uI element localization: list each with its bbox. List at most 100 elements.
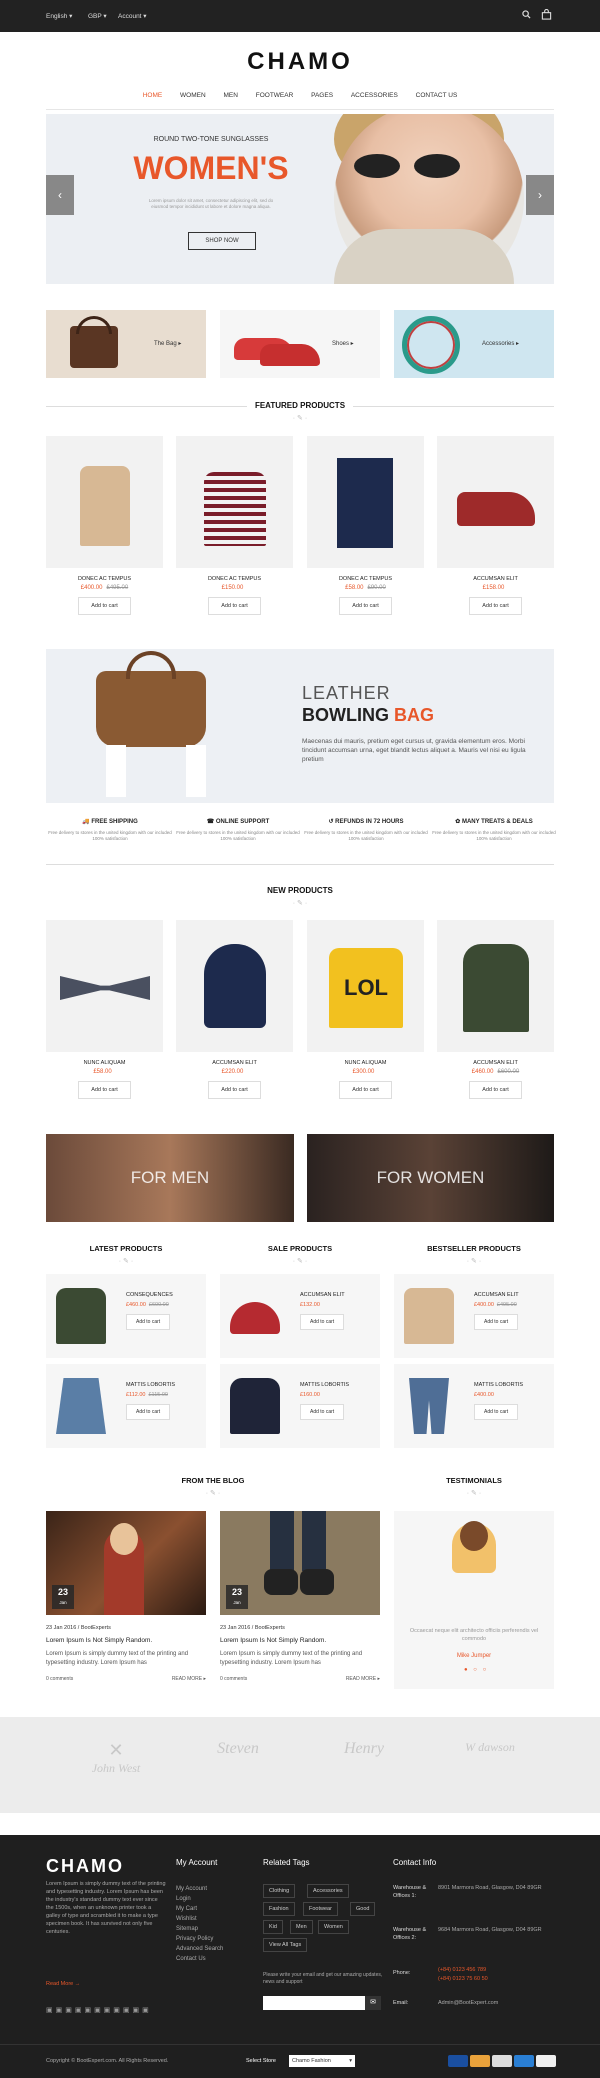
tag-link[interactable]: Clothing xyxy=(263,1884,296,1898)
store-select[interactable]: Chamo Fashion ▾ xyxy=(289,2055,355,2067)
product-image[interactable]: LOL xyxy=(307,920,424,1052)
newsletter-email-input[interactable]: ✉ xyxy=(263,1996,381,2010)
add-to-cart-button[interactable]: Add to cart xyxy=(126,1404,171,1420)
product-image[interactable] xyxy=(46,436,163,568)
tag-link[interactable]: Fashion xyxy=(263,1902,295,1916)
list-item[interactable]: MATTIS LOBORTIS £112.00 £115.00 Add to ca… xyxy=(46,1364,206,1448)
product-name[interactable]: ACCUMSAN ELIT xyxy=(176,1060,293,1066)
post-comments[interactable]: 0 comments xyxy=(220,1676,247,1682)
for-men-banner[interactable]: FOR MEN xyxy=(46,1134,294,1222)
add-to-cart-button[interactable]: Add to cart xyxy=(474,1404,519,1420)
product-name[interactable]: ACCUMSAN ELIT xyxy=(300,1292,345,1298)
product-image[interactable] xyxy=(176,920,293,1052)
footer-link[interactable]: My Account xyxy=(176,1884,223,1894)
nav-footwear[interactable]: FOOTWEAR xyxy=(256,92,294,99)
add-to-cart-button[interactable]: Add to cart xyxy=(126,1314,171,1330)
product-name[interactable]: NUNC ALIQUAM xyxy=(307,1060,424,1066)
for-women-banner[interactable]: FOR WOMEN xyxy=(307,1134,554,1222)
slider-next-button[interactable]: › xyxy=(526,175,554,215)
post-title[interactable]: Lorem Ipsum Is Not Simply Random. xyxy=(220,1637,380,1644)
product-thumb[interactable] xyxy=(230,1302,280,1334)
brand-logo[interactable]: Steven xyxy=(188,1740,288,1790)
product-thumb[interactable] xyxy=(56,1378,106,1434)
site-logo[interactable]: CHAMO xyxy=(0,48,600,76)
product-name[interactable]: ACCUMSAN ELIT xyxy=(437,1060,554,1066)
product-card[interactable]: DONEC AC TEMPUS £150.00 Add to cart xyxy=(176,436,293,615)
tag-link[interactable]: Accessories xyxy=(307,1884,349,1898)
product-card[interactable]: ACCUMSAN ELIT £460.00 £600.00 Add to cart xyxy=(437,920,554,1099)
product-card[interactable]: ACCUMSAN ELIT £158.00 Add to cart xyxy=(437,436,554,615)
product-image[interactable] xyxy=(176,436,293,568)
tag-link[interactable]: Good xyxy=(350,1902,376,1916)
product-name[interactable]: ACCUMSAN ELIT xyxy=(437,576,554,582)
product-name[interactable]: NUNC ALIQUAM xyxy=(46,1060,163,1066)
slider-prev-button[interactable]: ‹ xyxy=(46,175,74,215)
product-name[interactable]: MATTIS LOBORTIS xyxy=(300,1382,349,1388)
shop-now-button[interactable]: SHOP NOW xyxy=(188,232,256,250)
post-comments[interactable]: 0 comments xyxy=(46,1676,73,1682)
footer-read-more[interactable]: Read More → xyxy=(46,1981,80,1987)
product-name[interactable]: DONEC AC TEMPUS xyxy=(307,576,424,582)
brand-logo[interactable]: ✕ John West xyxy=(66,1740,166,1790)
product-thumb[interactable] xyxy=(230,1378,280,1434)
read-more-link[interactable]: READ MORE ▸ xyxy=(172,1676,206,1682)
search-icon[interactable] xyxy=(522,10,531,21)
product-image[interactable] xyxy=(437,436,554,568)
footer-logo[interactable]: CHAMO xyxy=(46,1856,124,1877)
product-image[interactable] xyxy=(46,920,163,1052)
email-link[interactable]: Admin@BootExpert.com xyxy=(438,2000,498,2006)
account-menu[interactable]: Account ▾ xyxy=(118,12,147,20)
add-to-cart-button[interactable]: Add to cart xyxy=(469,1081,522,1099)
tag-link[interactable]: Kid xyxy=(263,1920,283,1934)
brand-logo[interactable]: W dawson xyxy=(440,1740,540,1790)
footer-link[interactable]: Wishlist xyxy=(176,1914,223,1924)
social-icons[interactable]: ▣▣▣▣▣▣▣▣▣▣▣ xyxy=(46,2006,152,2014)
promo-shoes[interactable]: Shoes ▸ xyxy=(220,310,380,378)
add-to-cart-button[interactable]: Add to cart xyxy=(208,597,261,615)
footer-link[interactable]: My Cart xyxy=(176,1904,223,1914)
add-to-cart-button[interactable]: Add to cart xyxy=(339,597,392,615)
promo-accessories[interactable]: Accessories ▸ xyxy=(394,310,554,378)
add-to-cart-button[interactable]: Add to cart xyxy=(339,1081,392,1099)
list-item[interactable]: ACCUMSAN ELIT £132.00 Add to cart xyxy=(220,1274,380,1358)
post-title[interactable]: Lorem Ipsum Is Not Simply Random. xyxy=(46,1637,206,1644)
list-item[interactable]: MATTIS LOBORTIS £160.00 Add to cart xyxy=(220,1364,380,1448)
product-card[interactable]: DONEC AC TEMPUS £400.00 £495.00 Add to ca… xyxy=(46,436,163,615)
tag-link[interactable]: Men xyxy=(290,1920,313,1934)
add-to-cart-button[interactable]: Add to cart xyxy=(208,1081,261,1099)
list-item[interactable]: ACCUMSAN ELIT £400.00 £495.00 Add to cart xyxy=(394,1274,554,1358)
product-thumb[interactable] xyxy=(56,1288,106,1344)
nav-men[interactable]: MEN xyxy=(223,92,237,99)
nav-accessories[interactable]: ACCESSORIES xyxy=(351,92,398,99)
product-image[interactable] xyxy=(307,436,424,568)
footer-link[interactable]: Sitemap xyxy=(176,1924,223,1934)
product-card[interactable]: DONEC AC TEMPUS £58.00 £90.00 Add to cart xyxy=(307,436,424,615)
language-select[interactable]: English ▾ xyxy=(46,12,72,20)
read-more-link[interactable]: READ MORE ▸ xyxy=(346,1676,380,1682)
tag-link[interactable]: Women xyxy=(318,1920,349,1934)
product-name[interactable]: DONEC AC TEMPUS xyxy=(46,576,163,582)
list-item[interactable]: CONSEQUENCES £460.00 £600.00 Add to cart xyxy=(46,1274,206,1358)
product-name[interactable]: CONSEQUENCES xyxy=(126,1292,173,1298)
blog-image[interactable]: 23 Jan xyxy=(220,1511,380,1615)
product-name[interactable]: MATTIS LOBORTIS xyxy=(126,1382,175,1388)
leather-bag-banner[interactable]: LEATHER BOWLING BAG Maecenas dui mauris,… xyxy=(46,649,554,803)
tag-link[interactable]: View All Tags xyxy=(263,1938,308,1952)
product-thumb[interactable] xyxy=(409,1378,449,1434)
product-card[interactable]: ACCUMSAN ELIT £220.00 Add to cart xyxy=(176,920,293,1099)
promo-bag[interactable]: The Bag ▸ xyxy=(46,310,206,378)
nav-pages[interactable]: PAGES xyxy=(311,92,333,99)
add-to-cart-button[interactable]: Add to cart xyxy=(474,1314,519,1330)
nav-home[interactable]: HOME xyxy=(143,92,163,99)
footer-link[interactable]: Advanced Search xyxy=(176,1944,223,1954)
nav-contact[interactable]: CONTACT US xyxy=(416,92,458,99)
add-to-cart-button[interactable]: Add to cart xyxy=(300,1314,345,1330)
product-name[interactable]: ACCUMSAN ELIT xyxy=(474,1292,519,1298)
add-to-cart-button[interactable]: Add to cart xyxy=(78,1081,131,1099)
footer-link[interactable]: Contact Us xyxy=(176,1954,223,1964)
product-name[interactable]: DONEC AC TEMPUS xyxy=(176,576,293,582)
currency-select[interactable]: GBP ▾ xyxy=(88,12,107,20)
product-image[interactable] xyxy=(437,920,554,1052)
footer-link[interactable]: Login xyxy=(176,1894,223,1904)
add-to-cart-button[interactable]: Add to cart xyxy=(300,1404,345,1420)
